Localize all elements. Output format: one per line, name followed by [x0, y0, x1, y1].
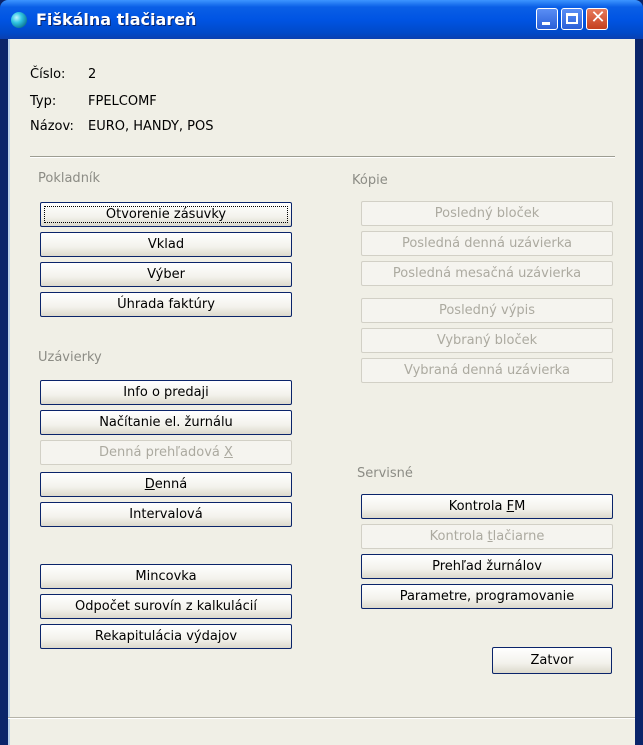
vybrana-denna-uzavierka-button: Vybraná denná uzávierka: [361, 358, 613, 383]
info-typ-row: Typ: FPELCOMF: [30, 94, 157, 109]
cislo-value: 2: [88, 67, 97, 82]
parametre-programovanie-button[interactable]: Parametre, programovanie: [361, 584, 613, 609]
kontrola-fm-rest: M: [514, 499, 526, 514]
kontrola-tlac-rest: lačiarne: [492, 529, 545, 544]
typ-label: Typ:: [30, 94, 57, 109]
denna-button[interactable]: Denná: [40, 472, 292, 497]
typ-value: FPELCOMF: [88, 94, 157, 109]
window-border-strip: [8, 39, 10, 745]
vklad-button[interactable]: Vklad: [40, 232, 292, 257]
nazov-label: Názov:: [30, 119, 74, 134]
vybrany-blocek-button: Vybraný bloček: [361, 328, 613, 353]
intervalova-button[interactable]: Intervalová: [40, 502, 292, 527]
minimize-icon: [542, 22, 550, 25]
kontrola-fm-button[interactable]: Kontrola FM: [361, 494, 613, 519]
prehlad-zurnalov-button[interactable]: Prehľad žurnálov: [361, 554, 613, 579]
close-button[interactable]: ✕: [586, 7, 608, 30]
close-icon: ✕: [590, 7, 606, 28]
kontrola-tlaciarne-button: Kontrola tlačiarne: [361, 524, 613, 549]
uzavierky-heading: Uzávierky: [38, 350, 102, 365]
maximize-icon: [566, 13, 578, 24]
info-nazov-row: Názov: EURO, HANDY, POS: [30, 119, 213, 134]
denna-label: enná: [154, 477, 188, 492]
kontrola-fm-key: F: [506, 499, 515, 514]
dialog-window: Fiškálna tlačiareň ✕ Číslo: 2 Typ: FPELCOM…: [0, 0, 643, 745]
rekapitulacia-vydajov-button[interactable]: Rekapitulácia výdajov: [40, 624, 292, 649]
odpocet-surovin-button[interactable]: Odpočet surovín z kalkulácií: [40, 594, 292, 619]
otvorenie-zasuvky-button[interactable]: Otvorenie zásuvky: [40, 202, 292, 227]
vyber-button[interactable]: Výber: [40, 262, 292, 287]
posledna-denna-uzavierka-button: Posledná denná uzávierka: [361, 231, 613, 256]
posledny-vypis-button: Posledný výpis: [361, 298, 613, 323]
minimize-button[interactable]: [536, 8, 558, 30]
servisne-heading: Servisné: [357, 466, 413, 481]
denna-key: D: [144, 477, 155, 492]
kontrola-tlac-label: Kontrola: [429, 529, 488, 544]
denna-prehladova-x-button: Denná prehľadová X: [40, 440, 292, 465]
kontrola-fm-label: Kontrola: [448, 499, 507, 514]
nacitanie-zurnalu-button[interactable]: Načítanie el. žurnálu: [40, 410, 292, 435]
info-o-predaji-button[interactable]: Info o predaji: [40, 380, 292, 405]
dialog-client-area: Číslo: 2 Typ: FPELCOMF Názov: EURO, HANDY, …: [8, 39, 635, 745]
uhrada-faktury-button[interactable]: Úhrada faktúry: [40, 292, 292, 317]
posledna-mesacna-uzavierka-button: Posledná mesačná uzávierka: [361, 261, 613, 286]
bottom-separator: [8, 717, 635, 719]
zatvor-button[interactable]: Zatvor: [492, 647, 612, 674]
window-title: Fiškálna tlačiareň: [36, 10, 197, 29]
kopie-heading: Kópie: [352, 173, 388, 188]
posledny-blocek-button: Posledný bloček: [361, 201, 613, 226]
title-bar[interactable]: Fiškálna tlačiareň ✕: [0, 0, 643, 39]
pokladnik-heading: Pokladník: [38, 171, 101, 186]
mincovka-button[interactable]: Mincovka: [40, 564, 292, 589]
nazov-value: EURO, HANDY, POS: [88, 119, 214, 134]
app-globe-icon: [11, 12, 27, 28]
denna-prehladova-label: Denná prehľadová: [99, 445, 225, 460]
cislo-label: Číslo:: [30, 67, 66, 82]
header-separator: [30, 156, 615, 158]
info-cislo-row: Číslo: 2: [30, 67, 96, 82]
denna-prehladova-key: X: [224, 445, 233, 460]
maximize-button[interactable]: [561, 8, 583, 30]
